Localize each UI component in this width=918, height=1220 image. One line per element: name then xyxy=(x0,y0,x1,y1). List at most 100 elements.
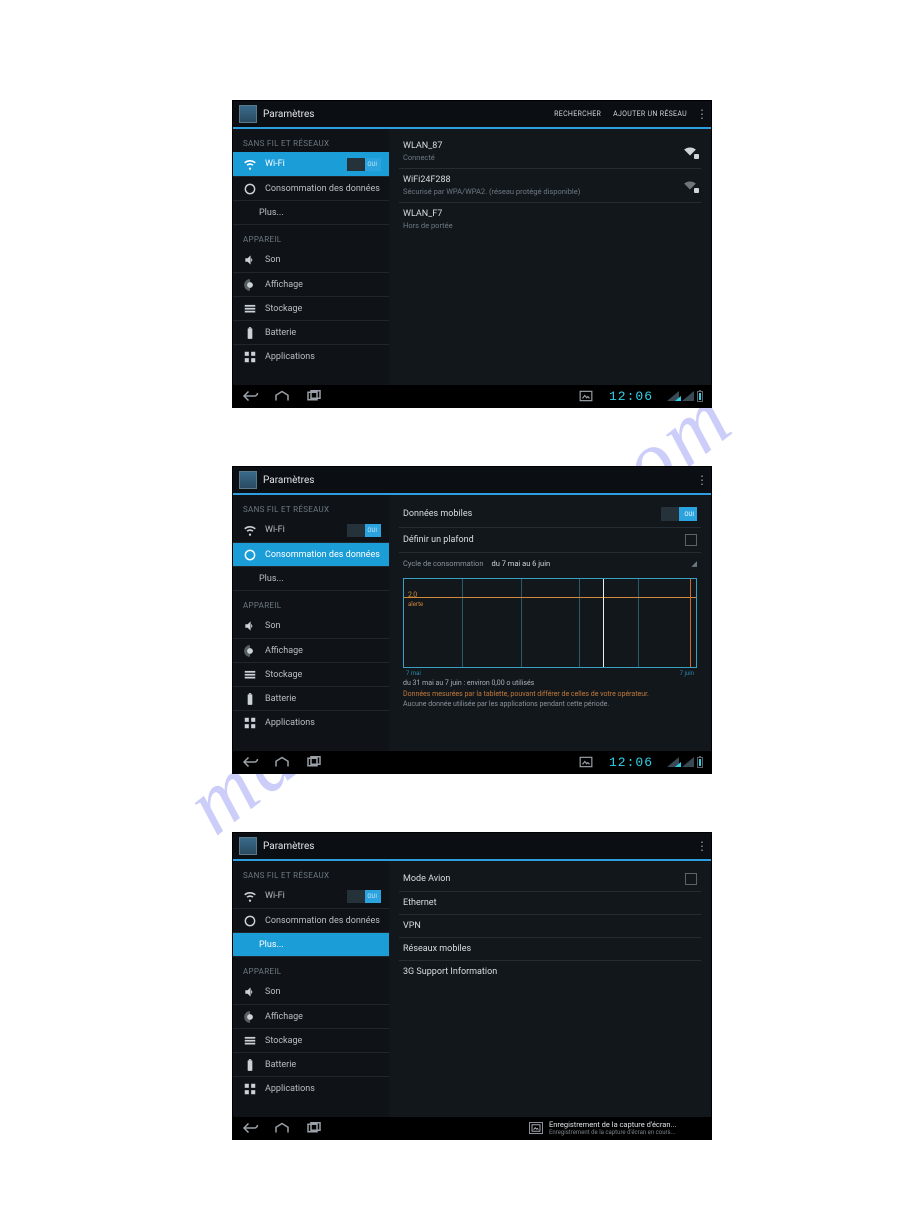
data-usage-icon xyxy=(243,182,257,196)
topbar: Paramètres RECHERCHER AJOUTER UN RÉSEAU … xyxy=(233,101,711,129)
cell-signal-icon xyxy=(682,391,694,401)
airplane-mode-row[interactable]: Mode Avion xyxy=(399,867,701,892)
sidebar-item-more[interactable]: Plus... xyxy=(233,200,389,224)
settings-sidebar: SANS FIL ET RÉSEAUX Wi-Fi OUI Consommati… xyxy=(233,129,389,385)
network-row[interactable]: WLAN_87Connecté xyxy=(399,135,701,169)
usage-cycle-row[interactable]: Cycle de consommation du 7 mai au 6 juin… xyxy=(399,553,701,572)
sidebar-item-apps[interactable]: Applications xyxy=(233,710,389,734)
airplane-checkbox[interactable] xyxy=(685,873,697,885)
wifi-switch[interactable]: OUI xyxy=(347,890,381,903)
sidebar-item-wifi[interactable]: Wi-Fi OUI xyxy=(233,152,389,176)
wifi-status-icon xyxy=(667,391,679,401)
sidebar-item-more[interactable]: Plus... xyxy=(233,932,389,956)
lock-icon xyxy=(694,188,699,193)
sidebar-item-wifi[interactable]: Wi-Fi OUI xyxy=(233,518,389,542)
chart-tick-left: 7 mai xyxy=(406,670,421,677)
sidebar-item-display[interactable]: Affichage xyxy=(233,1004,389,1028)
sidebar-label: Stockage xyxy=(265,1036,381,1046)
chart-tick-right: 7 juin xyxy=(680,670,694,677)
sidebar-item-apps[interactable]: Applications xyxy=(233,1076,389,1100)
overflow-menu-icon[interactable]: ⋮ xyxy=(693,473,711,487)
home-icon[interactable] xyxy=(273,1121,291,1135)
sidebar-item-wifi[interactable]: Wi-Fi OUI xyxy=(233,884,389,908)
chart-y-unit: alerte xyxy=(408,601,423,608)
sidebar-item-storage[interactable]: Stockage xyxy=(233,662,389,686)
sidebar-label: Applications xyxy=(265,1084,381,1094)
screenshot-more: Paramètres ⋮ SANS FIL ET RÉSEAUX Wi-Fi O… xyxy=(232,832,712,1140)
sidebar-item-display[interactable]: Affichage xyxy=(233,272,389,296)
wifi-icon xyxy=(243,523,257,537)
set-limit-row[interactable]: Définir un plafond xyxy=(399,528,701,553)
chart-range-start-handle[interactable] xyxy=(603,579,604,667)
sidebar-item-data-usage[interactable]: Consommation des données xyxy=(233,176,389,200)
set-limit-checkbox[interactable] xyxy=(685,534,697,546)
sidebar-item-data-usage[interactable]: Consommation des données xyxy=(233,908,389,932)
sidebar-label: Affichage xyxy=(265,646,381,656)
chart-warning-line[interactable] xyxy=(404,597,696,598)
sidebar-item-sound[interactable]: Son xyxy=(233,980,389,1004)
data-usage-chart[interactable]: 2,0 alerte 7 mai 7 juin xyxy=(403,578,697,668)
recent-apps-icon[interactable] xyxy=(305,389,323,403)
sidebar-label: Applications xyxy=(265,352,381,362)
network-row[interactable]: WiFi24F288Sécurisé par WPA/WPA2. (réseau… xyxy=(399,169,701,203)
wifi-signal-icon xyxy=(683,147,697,157)
system-navbar: 12:06 xyxy=(233,385,711,407)
ethernet-row[interactable]: Ethernet xyxy=(399,892,701,915)
system-navbar: 12:06 xyxy=(233,751,711,773)
network-row[interactable]: WLAN_F7Hors de portée xyxy=(399,203,701,236)
wifi-switch[interactable]: OUI xyxy=(347,158,381,171)
vpn-row[interactable]: VPN xyxy=(399,915,701,938)
sidebar-item-battery[interactable]: Batterie xyxy=(233,1052,389,1076)
row-label: VPN xyxy=(403,921,697,931)
sidebar-item-storage[interactable]: Stockage xyxy=(233,296,389,320)
mobile-data-row[interactable]: Données mobiles OUI xyxy=(399,501,701,528)
wifi-switch[interactable]: OUI xyxy=(347,524,381,537)
sound-icon xyxy=(243,619,257,633)
app-title: Paramètres xyxy=(263,475,693,486)
settings-sidebar: SANS FIL ET RÉSEAUX Wi-Fi OUI Consommati… xyxy=(233,861,389,1117)
back-icon[interactable] xyxy=(241,1121,259,1135)
recent-apps-icon[interactable] xyxy=(305,1121,323,1135)
sidebar-item-battery[interactable]: Batterie xyxy=(233,686,389,710)
chart-range-end-handle[interactable] xyxy=(690,579,691,667)
status-clock: 12:06 xyxy=(609,755,653,770)
wifi-status-icon xyxy=(667,757,679,767)
screenshot-tray-icon[interactable] xyxy=(577,389,595,403)
home-icon[interactable] xyxy=(273,755,291,769)
overflow-menu-icon[interactable]: ⋮ xyxy=(693,107,711,121)
3g-support-row[interactable]: 3G Support Information xyxy=(399,961,701,983)
mobile-networks-row[interactable]: Réseaux mobiles xyxy=(399,938,701,961)
action-search[interactable]: RECHERCHER xyxy=(548,110,607,118)
sidebar-item-sound[interactable]: Son xyxy=(233,248,389,272)
mobile-data-switch[interactable]: OUI xyxy=(661,507,697,521)
more-settings-pane: Mode Avion Ethernet VPN Réseaux mobiles … xyxy=(389,861,711,1117)
screenshot-notification[interactable]: Enregistrement de la capture d'écran... … xyxy=(523,1117,703,1139)
app-title: Paramètres xyxy=(263,109,548,120)
back-icon[interactable] xyxy=(241,755,259,769)
sidebar-label: Consommation des données xyxy=(265,916,381,926)
sidebar-label: Son xyxy=(265,621,381,631)
sidebar-item-battery[interactable]: Batterie xyxy=(233,320,389,344)
display-icon xyxy=(243,1010,257,1024)
wifi-icon xyxy=(243,157,257,171)
sidebar-item-storage[interactable]: Stockage xyxy=(233,1028,389,1052)
data-usage-icon xyxy=(243,548,257,562)
settings-app-icon xyxy=(239,837,257,855)
sidebar-item-display[interactable]: Affichage xyxy=(233,638,389,662)
cycle-label: Cycle de consommation xyxy=(403,559,483,568)
overflow-menu-icon[interactable]: ⋮ xyxy=(693,839,711,853)
row-label: Réseaux mobiles xyxy=(403,944,697,954)
home-icon[interactable] xyxy=(273,389,291,403)
section-wireless: SANS FIL ET RÉSEAUX xyxy=(233,129,389,152)
action-add-network[interactable]: AJOUTER UN RÉSEAU xyxy=(607,110,693,118)
screenshot-tray-icon[interactable] xyxy=(577,755,595,769)
sidebar-item-apps[interactable]: Applications xyxy=(233,344,389,368)
sidebar-item-sound[interactable]: Son xyxy=(233,614,389,638)
recent-apps-icon[interactable] xyxy=(305,755,323,769)
sidebar-item-more[interactable]: Plus... xyxy=(233,566,389,590)
settings-sidebar: SANS FIL ET RÉSEAUX Wi-Fi OUI Consommati… xyxy=(233,495,389,751)
back-icon[interactable] xyxy=(241,389,259,403)
status-icons xyxy=(667,391,703,402)
row-label: 3G Support Information xyxy=(403,967,697,977)
sidebar-item-data-usage[interactable]: Consommation des données xyxy=(233,542,389,566)
